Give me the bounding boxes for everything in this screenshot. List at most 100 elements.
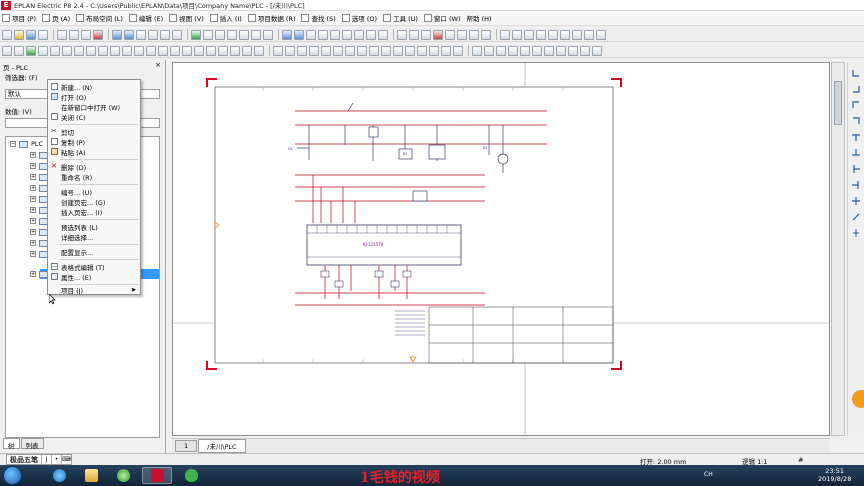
interruption-icon[interactable]: [38, 45, 48, 56]
pan-icon[interactable]: [263, 29, 273, 40]
list-icon[interactable]: [445, 29, 455, 40]
macro-icon[interactable]: [500, 29, 510, 40]
shield-icon[interactable]: [182, 45, 192, 56]
ctx-insert-page-macro[interactable]: 插入页宏... (I): [48, 207, 140, 217]
grid-a-icon[interactable]: [306, 29, 316, 40]
page-prev-icon[interactable]: [136, 29, 146, 40]
drawing-area[interactable]: Q1 K1 K2 KJ-1215T8: [172, 62, 830, 436]
menu-edit[interactable]: 编辑 (E): [128, 13, 163, 23]
hatch-icon[interactable]: [429, 45, 439, 56]
expand-icon[interactable]: +: [30, 240, 36, 246]
ctx-rename[interactable]: 重命名 (R): [48, 172, 140, 182]
menu-tools[interactable]: 工具 (U): [383, 13, 418, 23]
cable-icon[interactable]: [548, 29, 558, 40]
arc-icon[interactable]: [544, 45, 554, 56]
graphic-icon[interactable]: [160, 29, 170, 40]
start-button-icon[interactable]: [3, 466, 22, 485]
menu-view[interactable]: 视图 (V): [169, 13, 204, 23]
tree-root[interactable]: − PLC: [10, 139, 43, 149]
vertical-scrollbar[interactable]: [831, 62, 845, 436]
schematic-canvas[interactable]: Q1 K1 K2 KJ-1215T8: [173, 63, 829, 435]
align-icon[interactable]: [381, 45, 391, 56]
rotate-icon[interactable]: [297, 45, 307, 56]
expand-icon[interactable]: +: [30, 174, 36, 180]
symbol-icon[interactable]: [512, 29, 522, 40]
save-icon[interactable]: [26, 29, 36, 40]
forward-icon[interactable]: [294, 29, 304, 40]
taskbar-explorer[interactable]: [76, 467, 106, 484]
ime-keyboard-icon[interactable]: ⌨: [61, 455, 71, 464]
menu-find[interactable]: 查找 (S): [301, 13, 336, 23]
angle-icon[interactable]: [62, 45, 72, 56]
zoom-fit-icon[interactable]: [239, 29, 249, 40]
refresh-icon[interactable]: [191, 29, 201, 40]
polyline-icon[interactable]: [484, 45, 494, 56]
delete-icon[interactable]: [93, 29, 103, 40]
image-icon[interactable]: [580, 45, 590, 56]
table-icon[interactable]: [397, 29, 407, 40]
list3-icon[interactable]: [469, 29, 479, 40]
grid-d-icon[interactable]: [342, 29, 352, 40]
marker-icon[interactable]: [433, 29, 443, 40]
ctx-close[interactable]: 关闭 (C): [48, 112, 140, 122]
ctx-copy[interactable]: 复制 (P): [48, 137, 140, 147]
expand-icon[interactable]: +: [30, 207, 36, 213]
mirror-icon[interactable]: [309, 45, 319, 56]
tray-language[interactable]: CH: [704, 471, 713, 478]
ctx-table-edit[interactable]: 表格式编辑 (T): [48, 262, 140, 272]
ctx-properties[interactable]: 属性... (E): [48, 272, 140, 282]
redo-icon[interactable]: [124, 29, 134, 40]
jump-icon[interactable]: [110, 45, 120, 56]
corner-bl-icon[interactable]: [851, 100, 861, 110]
bridge-icon[interactable]: [50, 45, 60, 56]
close-icon[interactable]: ×: [155, 61, 161, 69]
corner-br-icon[interactable]: [851, 116, 861, 126]
floating-assistant-button[interactable]: [852, 390, 864, 408]
rectangle-icon[interactable]: [496, 45, 506, 56]
doc-tab-active[interactable]: /未川\PLC: [198, 438, 246, 453]
tab-tree[interactable]: 树: [3, 438, 20, 450]
zoom-in-icon[interactable]: [215, 29, 225, 40]
grid-e-icon[interactable]: [354, 29, 364, 40]
tee-down-icon[interactable]: [851, 132, 861, 142]
text-icon[interactable]: [568, 45, 578, 56]
new-icon[interactable]: [2, 29, 12, 40]
corner-tl-icon[interactable]: [851, 68, 861, 78]
ctx-detailed-selection[interactable]: 详细选择...: [48, 232, 140, 242]
report-icon[interactable]: [572, 29, 582, 40]
menu-insert[interactable]: 插入 (I): [209, 13, 242, 23]
collapse-icon[interactable]: −: [10, 141, 16, 147]
paste-icon[interactable]: [81, 29, 91, 40]
corner-tr-icon[interactable]: [851, 84, 861, 94]
structure-box-icon[interactable]: [206, 45, 216, 56]
distribute-icon[interactable]: [393, 45, 403, 56]
taskbar-eplan[interactable]: [142, 467, 172, 484]
zoom-window-icon[interactable]: [203, 29, 213, 40]
table2-icon[interactable]: [409, 29, 419, 40]
socket-icon[interactable]: [170, 45, 180, 56]
grid-b-icon[interactable]: [318, 29, 328, 40]
break-icon[interactable]: [134, 45, 144, 56]
expand-icon[interactable]: +: [30, 185, 36, 191]
layer-icon[interactable]: [172, 29, 182, 40]
ctx-paste[interactable]: 粘贴 (A): [48, 147, 140, 157]
line-icon[interactable]: [472, 45, 482, 56]
expand-icon[interactable]: +: [30, 218, 36, 224]
menu-layout-space[interactable]: 布局空间 (L): [76, 13, 123, 23]
expand-icon[interactable]: +: [30, 163, 36, 169]
scroll-thumb[interactable]: [834, 81, 842, 125]
note-icon[interactable]: [453, 45, 463, 56]
circle-icon[interactable]: [520, 45, 530, 56]
menu-options[interactable]: 选项 (O): [341, 13, 377, 23]
ctx-configure-display[interactable]: 配置显示...: [48, 247, 140, 257]
zoom-page-icon[interactable]: [251, 29, 261, 40]
ctx-new[interactable]: 新建... (N): [48, 82, 140, 92]
menu-project-data[interactable]: 项目数据 (R): [247, 13, 295, 23]
check-icon[interactable]: [584, 29, 594, 40]
expand-icon[interactable]: +: [30, 152, 36, 158]
expand-icon[interactable]: +: [30, 251, 36, 257]
zoom-out-icon[interactable]: [227, 29, 237, 40]
copy-icon[interactable]: [69, 29, 79, 40]
doc-tab-page[interactable]: 1: [175, 439, 198, 452]
ctx-create-page-macro[interactable]: 创建页宏... (G): [48, 197, 140, 207]
